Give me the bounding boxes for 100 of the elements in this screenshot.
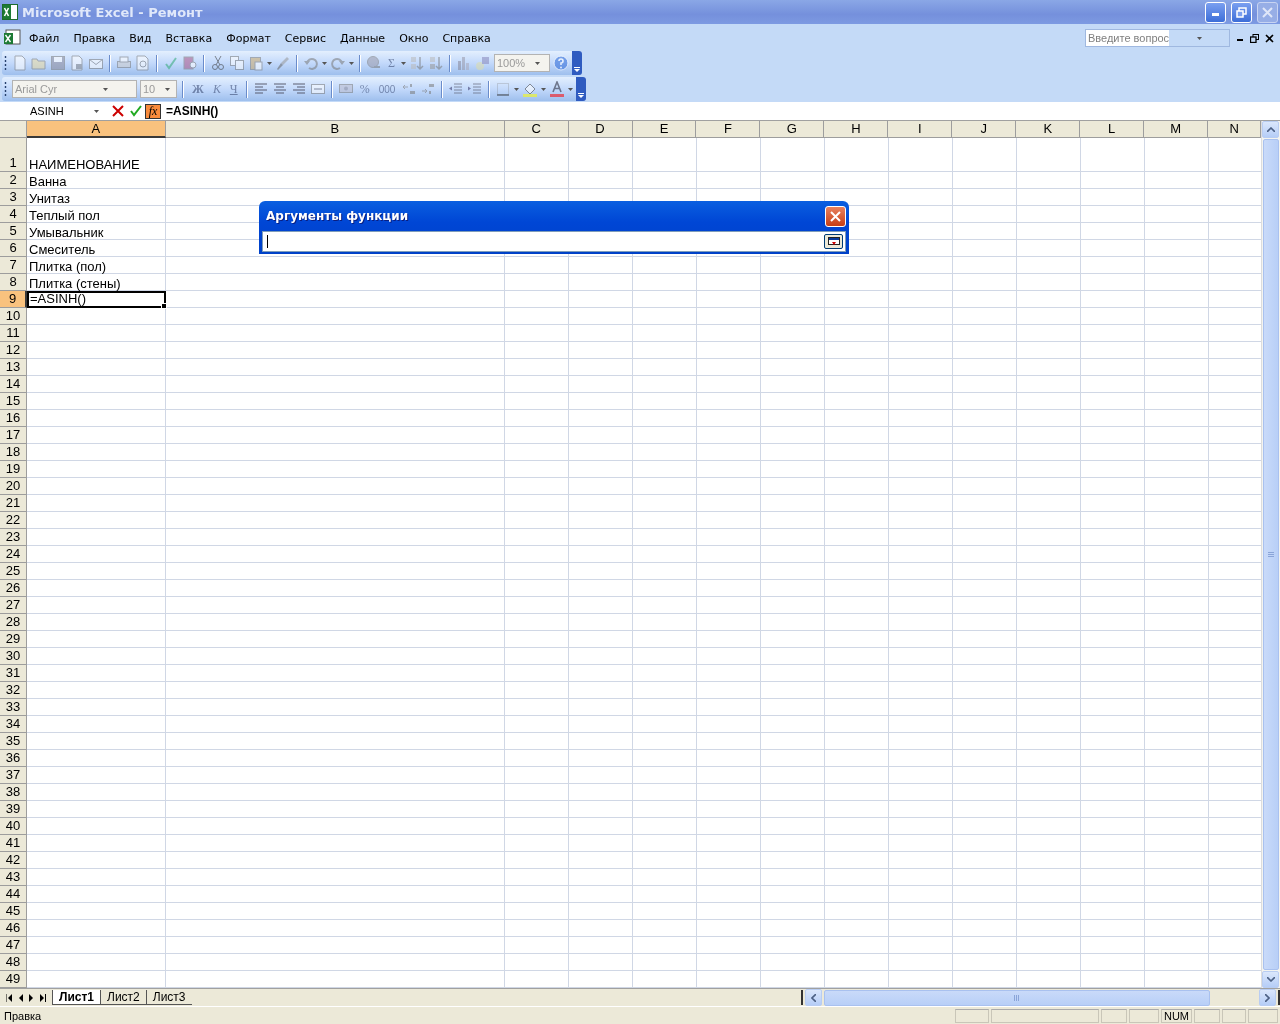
row-header[interactable]: 5 <box>0 223 27 240</box>
row-header[interactable]: 13 <box>0 359 27 376</box>
row-header[interactable]: 4 <box>0 206 27 223</box>
row-header[interactable]: 31 <box>0 665 27 682</box>
menu-item[interactable]: Вид <box>122 28 159 48</box>
fill-handle[interactable] <box>161 303 167 309</box>
row-header[interactable]: 42 <box>0 852 27 869</box>
column-header[interactable]: E <box>632 121 697 138</box>
menu-item[interactable]: Формат <box>219 28 278 48</box>
scroll-down-icon[interactable] <box>1266 977 1275 982</box>
sheet-tab[interactable]: Лист2 <box>100 990 146 1005</box>
previous-sheet-icon[interactable] <box>18 993 23 1002</box>
menu-item[interactable]: Данные <box>332 28 393 48</box>
row-header[interactable]: 40 <box>0 818 27 835</box>
row-header[interactable]: 36 <box>0 750 27 767</box>
dropdown-arrow-icon[interactable] <box>1196 36 1202 40</box>
menu-item[interactable]: Правка <box>66 28 123 48</box>
row-header[interactable]: 41 <box>0 835 27 852</box>
row-header[interactable]: 33 <box>0 699 27 716</box>
close-icon[interactable] <box>1265 33 1274 43</box>
row-header[interactable]: 12 <box>0 342 27 359</box>
column-header[interactable]: I <box>888 121 953 138</box>
vertical-scrollbar[interactable] <box>1261 121 1280 988</box>
column-header[interactable]: N <box>1208 121 1261 138</box>
argument-input-field[interactable] <box>262 231 846 252</box>
row-header[interactable]: 35 <box>0 733 27 750</box>
row-header[interactable]: 45 <box>0 903 27 920</box>
column-header[interactable]: D <box>568 121 633 138</box>
row-header[interactable]: 44 <box>0 886 27 903</box>
menu-item[interactable]: Вставка <box>158 28 220 48</box>
column-header[interactable]: K <box>1016 121 1081 138</box>
row-header[interactable]: 1 <box>0 138 27 172</box>
horizontal-scrollbar[interactable] <box>801 990 1280 1005</box>
row-header[interactable]: 14 <box>0 376 27 393</box>
row-header[interactable]: 39 <box>0 801 27 818</box>
row-header[interactable]: 23 <box>0 529 27 546</box>
row-header[interactable]: 28 <box>0 614 27 631</box>
row-header[interactable]: 34 <box>0 716 27 733</box>
row-header[interactable]: 49 <box>0 971 27 988</box>
row-header[interactable]: 6 <box>0 240 27 257</box>
name-box[interactable]: ASINH <box>0 105 94 117</box>
dropdown-arrow-icon[interactable] <box>94 109 99 113</box>
help-search-field[interactable]: Введите вопрос <box>1085 29 1230 47</box>
scroll-right-icon[interactable] <box>1265 993 1270 1002</box>
menu-item[interactable]: Окно <box>392 28 436 48</box>
next-sheet-icon[interactable] <box>29 993 34 1002</box>
row-header[interactable]: 26 <box>0 580 27 597</box>
row-header[interactable]: 25 <box>0 563 27 580</box>
row-header[interactable]: 30 <box>0 648 27 665</box>
row-header[interactable]: 38 <box>0 784 27 801</box>
restore-icon[interactable] <box>1250 33 1259 43</box>
row-header[interactable]: 20 <box>0 478 27 495</box>
row-header[interactable]: 18 <box>0 444 27 461</box>
menu-item[interactable]: Сервис <box>277 28 333 48</box>
row-header[interactable]: 17 <box>0 427 27 444</box>
column-header[interactable]: A <box>27 121 166 138</box>
row-header[interactable]: 11 <box>0 325 27 342</box>
sheet-tab[interactable]: Лист3 <box>145 990 192 1005</box>
row-header[interactable]: 15 <box>0 393 27 410</box>
column-header[interactable]: L <box>1080 121 1145 138</box>
row-header[interactable]: 22 <box>0 512 27 529</box>
row-header[interactable]: 24 <box>0 546 27 563</box>
column-header[interactable]: F <box>696 121 761 138</box>
row-header[interactable]: 27 <box>0 597 27 614</box>
row-header[interactable]: 47 <box>0 937 27 954</box>
row-header[interactable]: 9 <box>0 291 27 308</box>
row-header[interactable]: 48 <box>0 954 27 971</box>
scroll-up-icon[interactable] <box>1266 127 1275 132</box>
menu-item[interactable]: Справка <box>435 28 498 48</box>
formula-field[interactable]: =ASINH() <box>166 104 219 118</box>
enter-icon[interactable] <box>129 104 143 118</box>
cancel-icon[interactable] <box>111 104 125 118</box>
row-header[interactable]: 32 <box>0 682 27 699</box>
row-header[interactable]: 46 <box>0 920 27 937</box>
first-sheet-icon[interactable] <box>6 993 12 1002</box>
scroll-left-icon[interactable] <box>811 993 816 1002</box>
column-header[interactable]: C <box>504 121 569 138</box>
menu-item[interactable]: Файл <box>22 28 67 48</box>
row-header[interactable]: 19 <box>0 461 27 478</box>
insert-function-button[interactable]: fx <box>145 103 161 119</box>
column-header[interactable]: G <box>760 121 825 138</box>
row-header[interactable]: 21 <box>0 495 27 512</box>
row-header[interactable]: 29 <box>0 631 27 648</box>
row-header[interactable]: 43 <box>0 869 27 886</box>
row-header[interactable]: 7 <box>0 257 27 274</box>
column-header[interactable]: M <box>1144 121 1209 138</box>
column-header[interactable]: H <box>824 121 889 138</box>
last-sheet-icon[interactable] <box>40 993 46 1002</box>
workbook-icon[interactable] <box>2 29 22 47</box>
column-header[interactable]: J <box>952 121 1017 138</box>
row-header[interactable]: 2 <box>0 172 27 189</box>
row-header[interactable]: 16 <box>0 410 27 427</box>
column-header[interactable]: B <box>165 121 505 138</box>
sheet-tab[interactable]: Лист1 <box>52 990 101 1005</box>
minimize-button[interactable] <box>1205 1 1226 23</box>
select-all-corner[interactable] <box>0 121 27 138</box>
row-header[interactable]: 10 <box>0 308 27 325</box>
row-header[interactable]: 37 <box>0 767 27 784</box>
row-header[interactable]: 8 <box>0 274 27 291</box>
restore-button[interactable] <box>1231 1 1252 23</box>
